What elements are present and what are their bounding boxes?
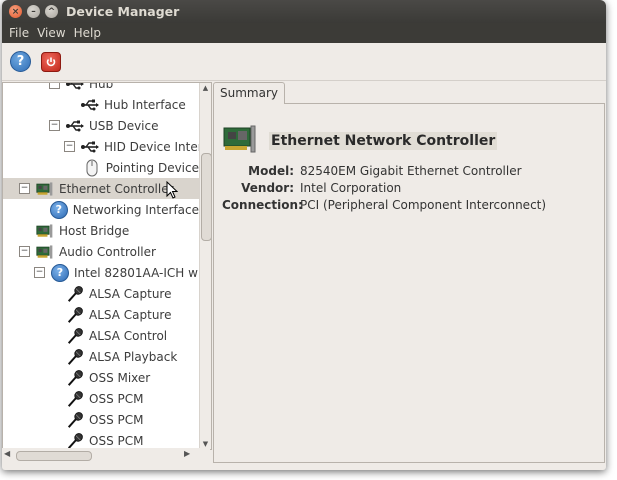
question-icon: ? bbox=[51, 263, 69, 282]
maximize-button[interactable]: ^ bbox=[45, 5, 58, 18]
scroll-up-icon[interactable]: ▲ bbox=[200, 84, 211, 92]
pci-card-icon bbox=[36, 222, 54, 240]
tree-row-label: ALSA Capture bbox=[89, 286, 172, 301]
menu-file[interactable]: File bbox=[5, 26, 33, 40]
pci-card-icon bbox=[36, 180, 54, 198]
device-tree-pane: − Hub Hub Interface − USB Device − HID Device … bbox=[2, 82, 212, 450]
microphone-icon bbox=[66, 285, 84, 303]
microphone-icon bbox=[66, 306, 84, 324]
scroll-right-icon[interactable]: ▶ bbox=[184, 449, 190, 458]
window-title: Device Manager bbox=[66, 4, 180, 19]
tree-row[interactable]: ALSA Control bbox=[3, 325, 199, 346]
tree-row[interactable]: ALSA Capture bbox=[3, 304, 199, 325]
property-value: PCI (Peripheral Component Interconnect) bbox=[300, 198, 547, 212]
question-icon: ? bbox=[49, 200, 68, 219]
property-label: Connection: bbox=[222, 198, 303, 212]
tree-row-label: Intel 82801AA-ICH with AC97 bbox=[74, 265, 211, 280]
tree-row[interactable]: Pointing Device bbox=[3, 157, 199, 178]
tree-row-label: USB Device bbox=[89, 118, 159, 133]
microphone-icon bbox=[66, 327, 84, 345]
microphone-icon bbox=[66, 411, 84, 429]
mouse-icon bbox=[83, 159, 101, 177]
tree-row[interactable]: Host Bridge bbox=[3, 220, 199, 241]
pci-card-icon bbox=[36, 243, 54, 261]
mouse-cursor-icon bbox=[166, 180, 179, 202]
property-label: Vendor: bbox=[241, 181, 294, 195]
tree-row-label: Ethernet Controller bbox=[59, 181, 174, 196]
scroll-left-icon[interactable]: ◀ bbox=[4, 449, 10, 458]
tree-horizontal-scrollbar[interactable]: ◀ ▶ bbox=[2, 448, 210, 462]
tree-row[interactable]: − HID Device Interface bbox=[3, 136, 211, 157]
microphone-icon bbox=[66, 348, 84, 366]
usb-icon bbox=[81, 96, 99, 114]
collapse-expander-icon[interactable]: − bbox=[19, 246, 30, 257]
tree-row[interactable]: − USB Device bbox=[3, 115, 199, 136]
close-button[interactable]: × bbox=[9, 5, 22, 18]
menu-bar: File View Help bbox=[2, 23, 606, 43]
tree-row-label: OSS PCM bbox=[89, 391, 144, 406]
collapse-expander-icon[interactable]: − bbox=[49, 120, 60, 131]
tree-row-label: Audio Controller bbox=[59, 244, 156, 259]
property-vendor: Vendor: Intel Corporation bbox=[222, 181, 546, 198]
tree-row-label: Hub bbox=[89, 82, 114, 91]
tree-row-label: HID Device Interface bbox=[104, 139, 211, 154]
collapse-expander-icon[interactable]: − bbox=[34, 267, 45, 278]
tree-row[interactable]: OSS PCM bbox=[3, 430, 199, 450]
quit-icon[interactable] bbox=[41, 51, 61, 72]
property-value: 82540EM Gigabit Ethernet Controller bbox=[300, 164, 522, 178]
collapse-expander-icon[interactable]: − bbox=[19, 183, 30, 194]
menu-help[interactable]: Help bbox=[70, 26, 105, 40]
tree-row[interactable]: ALSA Playback bbox=[3, 346, 199, 367]
tree-row-label: OSS PCM bbox=[89, 412, 144, 427]
tree-row-label: ALSA Capture bbox=[89, 307, 172, 322]
usb-icon bbox=[66, 117, 84, 135]
pci-card-icon bbox=[222, 124, 260, 157]
minimize-button[interactable]: – bbox=[27, 5, 40, 18]
device-tree: − Hub Hub Interface − USB Device − HID Device … bbox=[3, 82, 211, 450]
toolbar: ? bbox=[2, 43, 606, 81]
usb-icon bbox=[66, 83, 84, 93]
microphone-icon bbox=[66, 432, 84, 450]
tree-row-label: Host Bridge bbox=[59, 223, 130, 238]
tree-row-label: Networking Interface bbox=[72, 202, 199, 217]
microphone-icon bbox=[66, 369, 84, 387]
device-title: Ethernet Network Controller bbox=[269, 131, 498, 150]
tree-row[interactable]: OSS PCM bbox=[3, 388, 199, 409]
tree-row[interactable]: − Hub bbox=[3, 82, 199, 94]
tree-row-label: ALSA Control bbox=[89, 328, 168, 343]
details-pane: Summary Ethernet Network Controller Mode… bbox=[213, 82, 605, 463]
summary-panel: Ethernet Network Controller Model: 82540… bbox=[213, 103, 605, 463]
tree-row-label: Hub Interface bbox=[104, 97, 186, 112]
device-heading: Ethernet Network Controller bbox=[222, 124, 498, 157]
tree-row[interactable]: ALSA Capture bbox=[3, 283, 199, 304]
property-model: Model: 82540EM Gigabit Ethernet Controll… bbox=[222, 164, 546, 181]
tree-horizontal-scroll-thumb[interactable] bbox=[16, 451, 92, 461]
property-label: Model: bbox=[248, 164, 294, 178]
collapse-expander-icon[interactable]: − bbox=[49, 83, 60, 89]
tree-row[interactable]: ? Networking Interface bbox=[3, 199, 199, 220]
property-value: Intel Corporation bbox=[300, 181, 402, 195]
title-bar: × – ^ Device Manager bbox=[2, 0, 606, 23]
tree-row[interactable]: Hub Interface bbox=[3, 94, 199, 115]
help-icon[interactable]: ? bbox=[10, 51, 31, 72]
usb-icon bbox=[81, 138, 99, 156]
tree-row-label: Pointing Device bbox=[105, 160, 199, 175]
tab-summary[interactable]: Summary bbox=[213, 82, 285, 104]
tree-vertical-scrollbar[interactable]: ▲ ▼ bbox=[199, 83, 211, 449]
tree-row[interactable]: − Audio Controller bbox=[3, 241, 199, 262]
tree-row[interactable]: OSS Mixer bbox=[3, 367, 199, 388]
tree-row-label: OSS Mixer bbox=[89, 370, 151, 385]
tree-row[interactable]: −? Intel 82801AA-ICH with AC97 bbox=[3, 262, 211, 283]
device-properties: Model: 82540EM Gigabit Ethernet Controll… bbox=[222, 164, 546, 215]
property-connection: Connection: PCI (Peripheral Component In… bbox=[222, 198, 546, 215]
collapse-expander-icon[interactable]: − bbox=[64, 141, 75, 152]
menu-view[interactable]: View bbox=[33, 26, 69, 40]
tree-row-label: OSS PCM bbox=[89, 433, 144, 448]
tree-vertical-scroll-thumb[interactable] bbox=[201, 153, 211, 241]
tree-row[interactable]: OSS PCM bbox=[3, 409, 199, 430]
scroll-down-icon[interactable]: ▼ bbox=[200, 440, 211, 448]
microphone-icon bbox=[66, 390, 84, 408]
tree-row-label: ALSA Playback bbox=[89, 349, 178, 364]
